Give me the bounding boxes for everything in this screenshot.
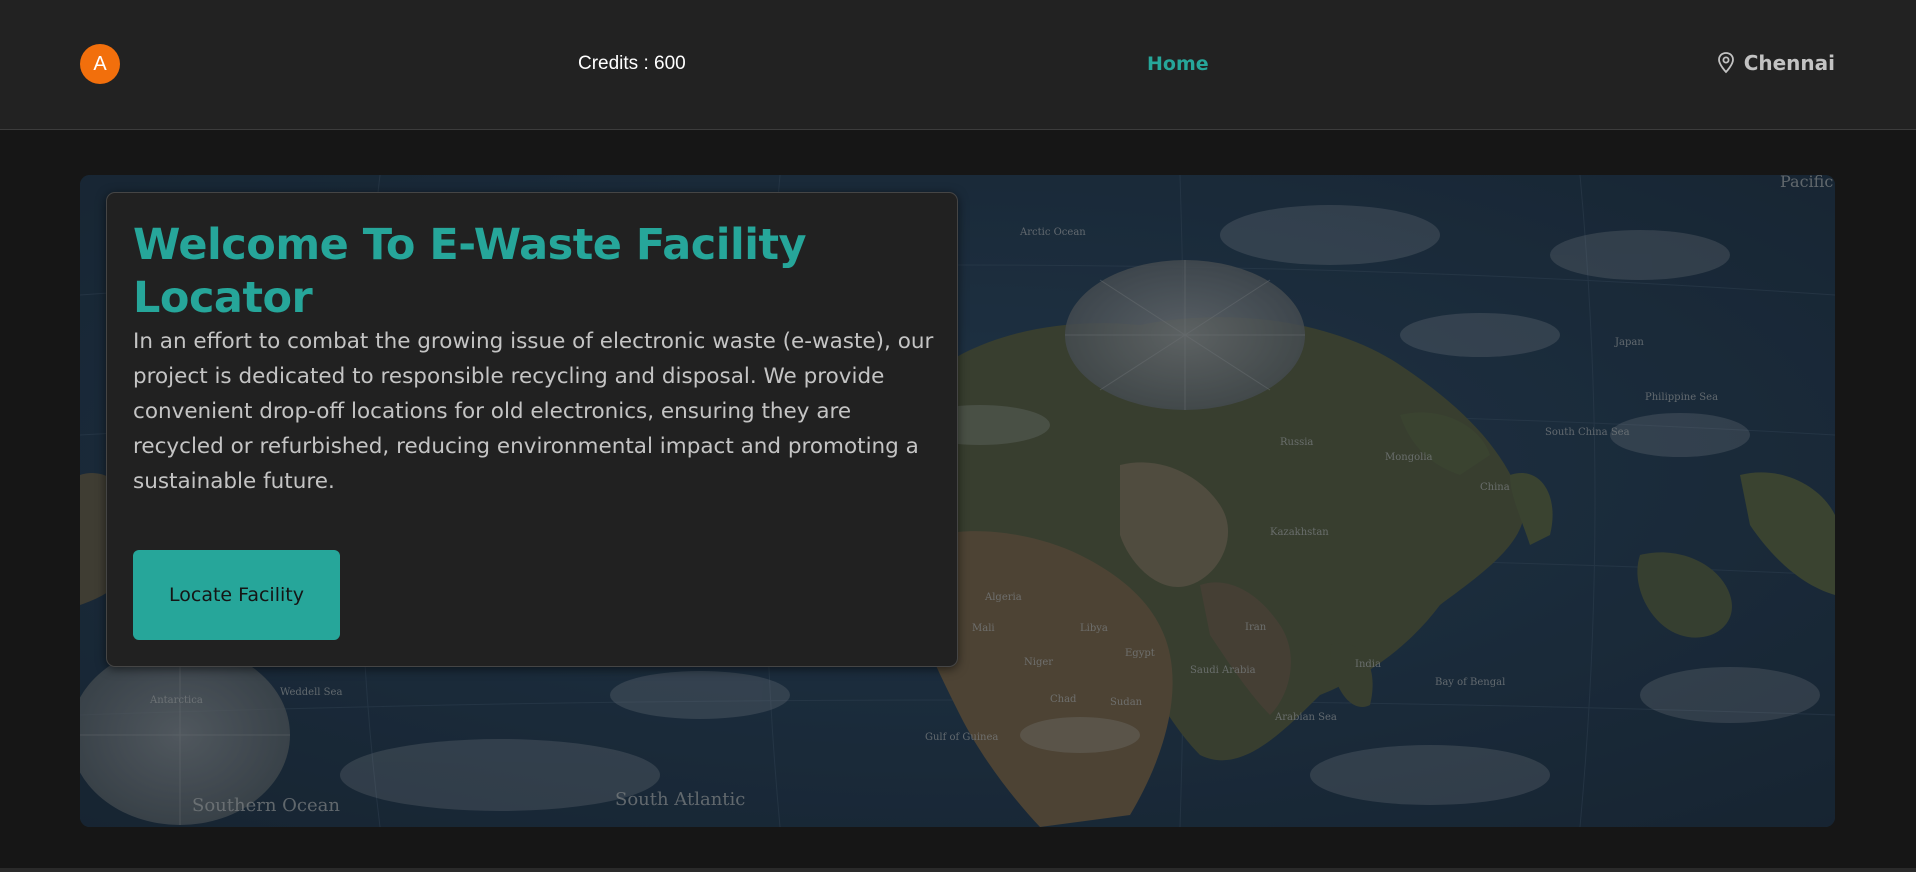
user-avatar[interactable]: A: [80, 44, 120, 84]
footer-divider: [0, 868, 1916, 872]
location-selector[interactable]: Chennai: [1716, 50, 1835, 76]
credits-counter: Credits : 600: [578, 53, 686, 74]
nav-link-home[interactable]: Home: [1147, 52, 1209, 76]
welcome-card: Welcome To E-Waste Facility Locator In a…: [106, 192, 958, 667]
map-pin-icon: [1717, 52, 1734, 74]
top-navbar: A Credits : 600 Home Chennai: [0, 0, 1916, 130]
welcome-description: In an effort to combat the growing issue…: [133, 329, 934, 494]
locate-facility-button[interactable]: Locate Facility: [133, 550, 340, 640]
welcome-title: Welcome To E-Waste Facility Locator: [133, 220, 807, 323]
location-label: Chennai: [1743, 51, 1835, 75]
